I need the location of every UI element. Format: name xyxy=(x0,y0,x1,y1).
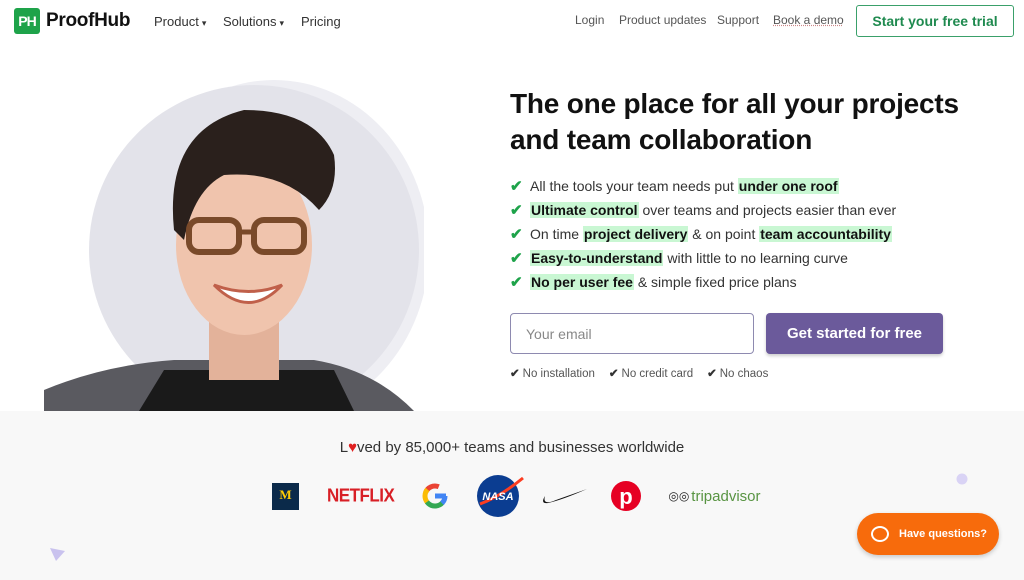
start-trial-button[interactable]: Start your free trial xyxy=(856,5,1014,37)
feature-item: ✔ On time project delivery & on point tea… xyxy=(510,222,896,246)
svg-text:p: p xyxy=(620,484,633,509)
feature-text: Easy-to-understand with little to no lea… xyxy=(530,250,848,266)
check-icon: ✔ xyxy=(510,250,523,267)
plain-text: All the tools your team needs put xyxy=(530,178,738,194)
caret-down-icon: ▾ xyxy=(279,18,285,28)
feature-text: Ultimate control over teams and projects… xyxy=(530,202,896,218)
feature-text: On time project delivery & on point team… xyxy=(530,226,892,242)
support-link[interactable]: Support xyxy=(717,13,759,27)
check-icon: ✔ xyxy=(510,274,523,291)
email-input[interactable] xyxy=(510,313,754,354)
product-updates-link[interactable]: Product updates xyxy=(619,13,706,27)
loved-by-text: L♥ved by 85,000+ teams and businesses wo… xyxy=(0,439,1024,456)
owl-eyes-icon: ◎◎ xyxy=(668,489,690,503)
feature-item: ✔ No per user fee & simple fixed price pl… xyxy=(510,270,896,294)
svg-text:M: M xyxy=(279,487,291,502)
plain-text: On time xyxy=(530,226,583,242)
logo[interactable]: PH ProofHub xyxy=(14,8,130,34)
hero-photo xyxy=(44,70,424,411)
feature-text: All the tools your team needs put under … xyxy=(530,178,839,194)
loved-suffix: ved by 85,000+ teams and businesses worl… xyxy=(356,439,685,456)
tripadvisor-logo: ◎◎ tripadvisor xyxy=(668,488,760,505)
hero-title: The one place for all your projects and … xyxy=(510,88,959,155)
check-icon: ✔ xyxy=(510,202,523,219)
feature-item: ✔ Easy-to-understand with little to no le… xyxy=(510,246,896,270)
check-icon: ✔ xyxy=(707,368,717,380)
feature-text: No per user fee & simple fixed price pla… xyxy=(530,274,797,290)
note-item: ✔ No chaos xyxy=(707,366,768,380)
signup-notes: ✔ No installation ✔ No credit card ✔ No cha… xyxy=(510,366,768,380)
person-illustration xyxy=(44,80,424,411)
nike-logo xyxy=(543,489,588,504)
nav-solutions[interactable]: Solutions ▾ xyxy=(223,14,284,29)
check-icon: ✔ xyxy=(510,226,523,243)
check-icon: ✔ xyxy=(510,178,523,195)
note-item: ✔ No installation xyxy=(510,366,595,380)
login-link[interactable]: Login xyxy=(575,13,604,27)
note-text: No installation xyxy=(522,368,595,380)
highlight-text: Ultimate control xyxy=(530,202,639,218)
plain-text: over teams and projects easier than ever xyxy=(638,202,897,218)
highlight-text: No per user fee xyxy=(530,274,634,290)
heart-icon: ♥ xyxy=(348,439,357,456)
highlight-text: Easy-to-understand xyxy=(530,250,664,266)
logo-name: ProofHub xyxy=(46,10,131,31)
logo-mark: PH xyxy=(14,8,40,34)
chat-bubble-icon xyxy=(871,526,889,542)
triangle-decoration-icon xyxy=(50,548,65,561)
plain-text: & on point xyxy=(688,226,760,242)
highlight-text: under one roof xyxy=(737,178,839,194)
google-logo xyxy=(422,483,448,509)
dot-decoration-icon xyxy=(956,473,968,485)
feature-item: ✔ Ultimate control over teams and project… xyxy=(510,198,896,222)
chat-label: Have questions? xyxy=(899,528,988,540)
feature-item: ✔ All the tools your team needs put under… xyxy=(510,174,896,198)
plain-text: with little to no learning curve xyxy=(663,250,848,266)
svg-text:NASA: NASA xyxy=(483,491,514,503)
feature-list: ✔ All the tools your team needs put under… xyxy=(510,174,896,294)
check-icon: ✔ xyxy=(510,368,520,380)
pinterest-logo: p xyxy=(611,481,642,511)
highlight-text: project delivery xyxy=(582,226,689,242)
header: PH ProofHub Product ▾ Solutions ▾ Pricing … xyxy=(0,0,1024,42)
nasa-logo: NASA xyxy=(477,475,525,517)
note-text: No chaos xyxy=(719,368,769,380)
nav-label: Product xyxy=(154,14,199,29)
loved-prefix: L xyxy=(339,439,349,456)
caret-down-icon: ▾ xyxy=(201,18,207,28)
check-icon: ✔ xyxy=(608,368,619,380)
book-demo-link[interactable]: Book a demo xyxy=(773,13,844,27)
have-questions-button[interactable]: Have questions? xyxy=(857,513,999,555)
nav-label: Solutions xyxy=(223,14,277,29)
tripadvisor-text: tripadvisor xyxy=(691,487,761,505)
note-item: ✔ No credit card xyxy=(609,366,693,380)
netflix-logo: NETFLIX xyxy=(327,485,395,506)
note-text: No credit card xyxy=(621,368,694,380)
highlight-text: team accountability xyxy=(759,226,892,242)
michigan-logo: M xyxy=(272,482,299,510)
plain-text: & simple fixed price plans xyxy=(633,274,797,290)
nav-product[interactable]: Product ▾ xyxy=(154,14,206,29)
customer-logos: M NETFLIX NASA p ◎◎ tripadvisor xyxy=(272,474,761,518)
get-started-button[interactable]: Get started for free xyxy=(766,313,943,354)
nav-pricing[interactable]: Pricing xyxy=(301,14,341,29)
